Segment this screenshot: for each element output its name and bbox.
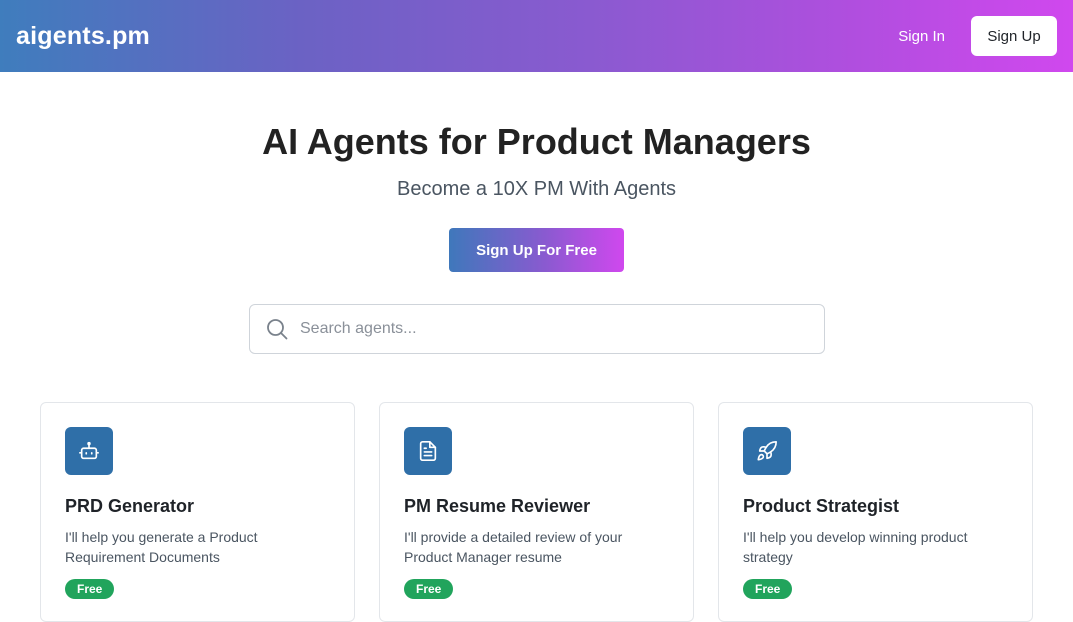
rocket-icon [757,441,777,461]
free-badge: Free [743,579,793,599]
card-description: I'll provide a detailed review of your P… [404,529,623,565]
logo[interactable]: aigents.pm [16,22,150,51]
card-icon-box [65,427,113,475]
search-box[interactable] [249,304,825,354]
page-subtitle: Become a 10X PM With Agents [396,178,677,200]
header-nav: Sign In Sign Up [898,16,1057,56]
document-icon [419,441,437,461]
agent-card-product-strategist[interactable]: Product Strategist I'll help you develop… [718,402,1033,622]
agent-card-prd-generator[interactable]: PRD Generator I'll help you generate a P… [40,402,355,622]
card-title: PRD Generator [65,496,195,516]
robot-icon [79,441,99,460]
top-header: aigents.pm Sign In Sign Up [0,0,1073,72]
search-input[interactable] [298,319,802,339]
hero-section: AI Agents for Product Managers Become a … [0,120,1073,272]
agent-card-pm-resume-reviewer[interactable]: PM Resume Reviewer I'll provide a detail… [379,402,694,622]
free-badge: Free [65,579,115,599]
sign-up-button[interactable]: Sign Up [971,16,1057,56]
card-icon-box [743,427,791,475]
search-icon [267,319,288,340]
card-icon-box [404,427,452,475]
card-title: PM Resume Reviewer [404,496,591,516]
sign-in-link[interactable]: Sign In [898,28,945,45]
page-title: AI Agents for Product Managers [262,121,811,162]
card-title: Product Strategist [743,496,900,516]
card-description: I'll help you develop winning product st… [743,529,968,565]
free-badge: Free [404,579,454,599]
card-description: I'll help you generate a Product Require… [65,529,258,565]
agent-cards: PRD Generator I'll help you generate a P… [40,402,1033,622]
sign-up-free-button[interactable]: Sign Up For Free [449,228,624,272]
